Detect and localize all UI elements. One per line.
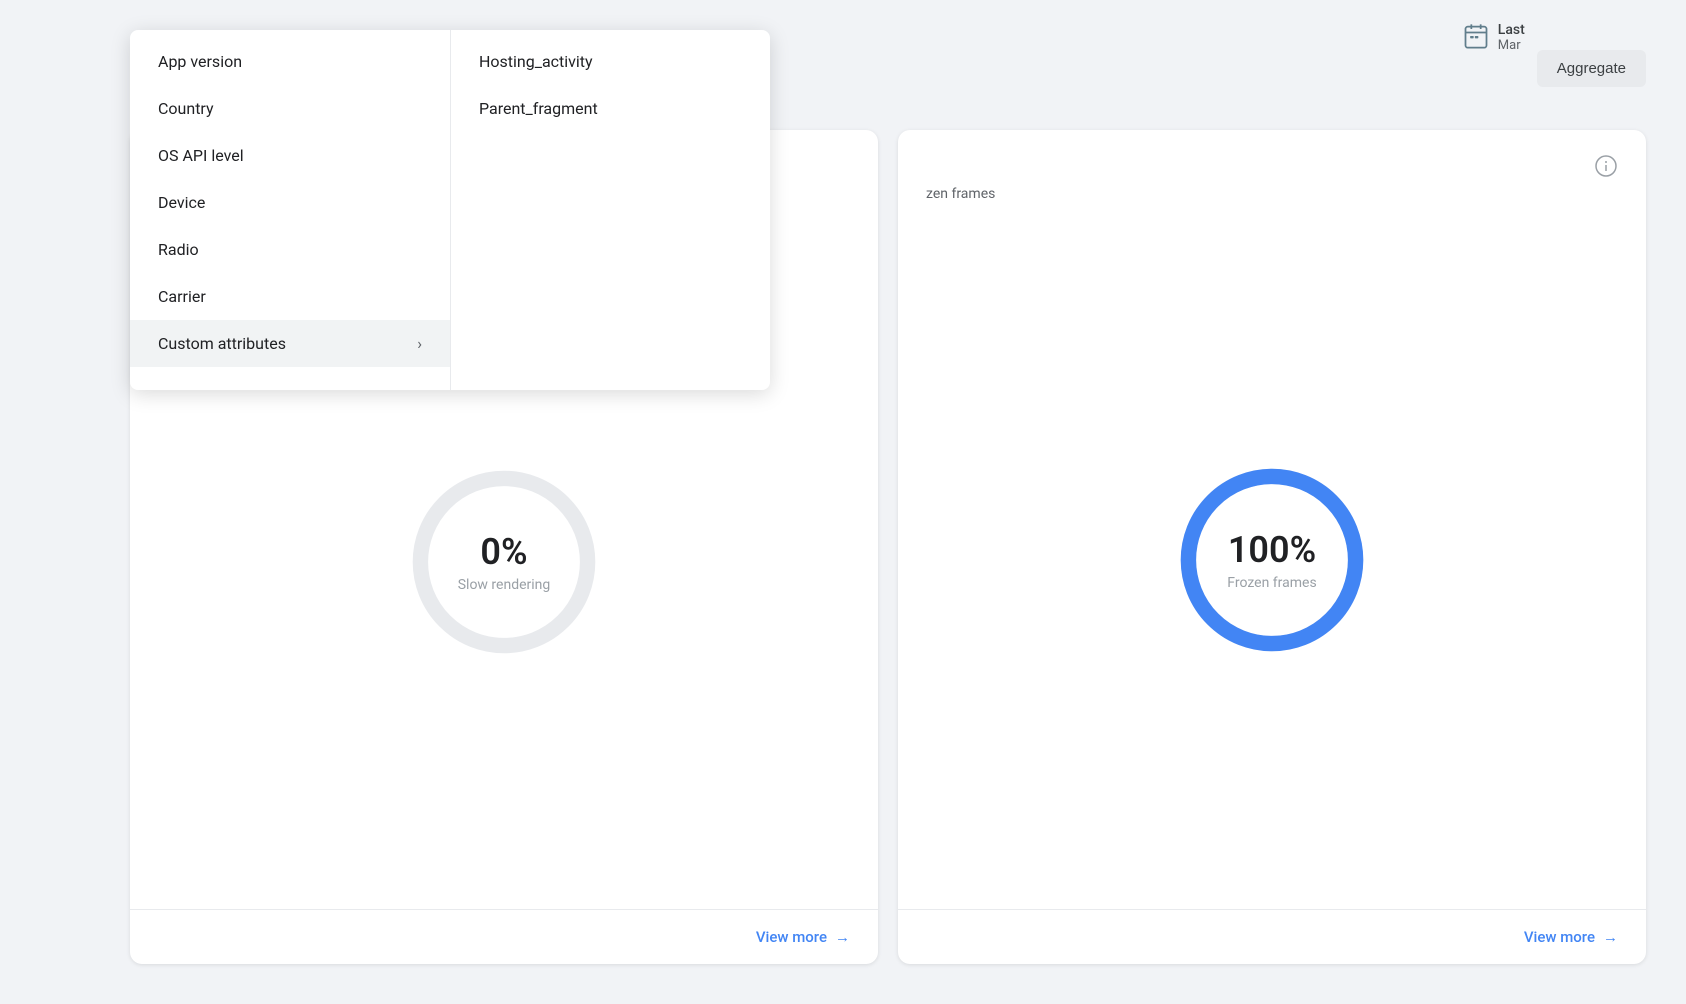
dropdown-overlay: App version Country OS API level Device … [130,30,770,390]
frozen-donut-area: 100% Frozen frames [898,210,1646,909]
slow-percent: 0% [458,531,551,573]
frozen-donut: 100% Frozen frames [1162,450,1382,670]
date-section: Last Mar [1462,20,1525,54]
dropdown-left-column: App version Country OS API level Device … [130,30,450,390]
card-header-frozen [898,130,1646,186]
frozen-subtitle-top: zen frames [898,186,1646,210]
aggregate-button[interactable]: Aggregate [1537,50,1646,87]
slow-card-footer: View more → [130,909,878,964]
arrow-right-icon: → [835,928,850,946]
dropdown-item-carrier[interactable]: Carrier [130,273,450,320]
dropdown-item-parent-fragment[interactable]: Parent_fragment [451,85,770,132]
dropdown-item-app-version[interactable]: App version [130,38,450,85]
dropdown-item-device[interactable]: Device [130,179,450,226]
frozen-frames-card: zen frames 100% Frozen frames View more … [898,130,1646,964]
dropdown-item-custom-attributes[interactable]: Custom attributes › [130,320,450,367]
date-label: Last Mar [1498,22,1525,53]
frozen-card-footer: View more → [898,909,1646,964]
chevron-right-icon: › [417,334,422,353]
arrow-right-icon-2: → [1603,928,1618,946]
slow-subtitle: Slow rendering [458,577,551,593]
slow-donut: 0% Slow rendering [394,452,614,672]
dropdown-item-os-api-level[interactable]: OS API level [130,132,450,179]
dropdown-item-country[interactable]: Country [130,85,450,132]
dropdown-item-hosting-activity[interactable]: Hosting_activity [451,38,770,85]
dropdown-item-radio[interactable]: Radio [130,226,450,273]
dropdown-container: App version Country OS API level Device … [130,30,770,390]
dropdown-right-column: Hosting_activity Parent_fragment [450,30,770,390]
frozen-view-more-link[interactable]: View more → [1524,928,1618,946]
info-icon [1594,154,1618,178]
frozen-subtitle: Frozen frames [1227,575,1316,591]
slow-view-more-link[interactable]: View more → [756,928,850,946]
calendar-icon [1462,22,1490,54]
frozen-percent: 100% [1227,529,1316,571]
top-right-area: Last Mar Aggregate [1462,20,1646,87]
